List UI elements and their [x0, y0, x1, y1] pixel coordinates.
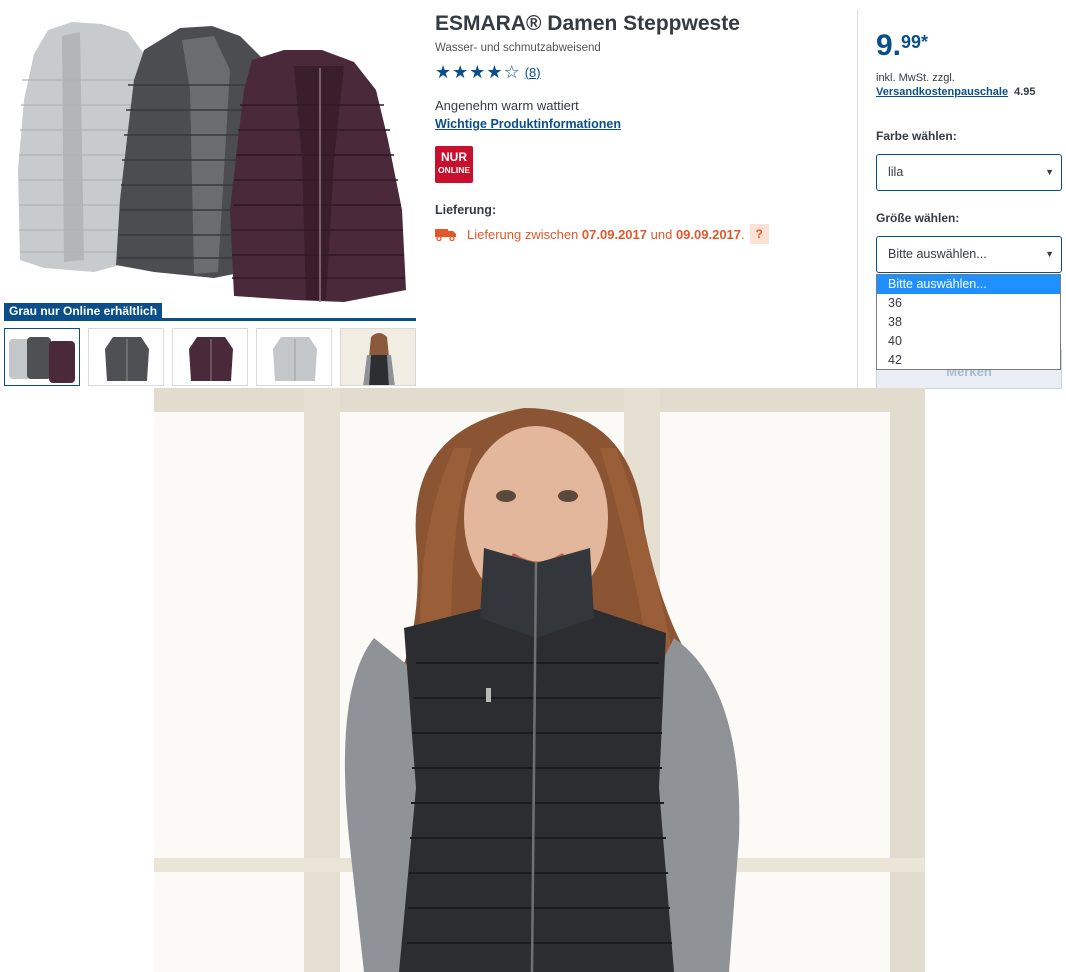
price: 9.99* — [876, 30, 928, 62]
size-select[interactable]: Bitte auswählen... ▼ — [876, 236, 1062, 273]
thumbnail-purple-vest[interactable] — [172, 328, 248, 386]
chevron-down-icon: ▼ — [1045, 249, 1054, 259]
price-main: 9. — [876, 29, 902, 62]
color-select-value: lila — [888, 165, 904, 179]
tax-note: inkl. MwSt. zzgl. — [876, 72, 955, 84]
delivery-label: Lieferung: — [435, 203, 497, 217]
size-dropdown-list: Bitte auswählen... 36 38 40 42 — [876, 274, 1061, 370]
model-photo-icon — [341, 329, 415, 385]
product-description: Angenehm warm wattiert — [435, 98, 579, 113]
review-count-link[interactable]: (8) — [525, 65, 541, 80]
purple-vest-image — [230, 50, 406, 302]
thumbnail-light-grey-vest[interactable] — [256, 328, 332, 386]
delivery-date-from: 07.09.2017 — [581, 226, 647, 242]
color-select-label: Farbe wählen: — [876, 129, 957, 143]
size-option[interactable]: 38 — [877, 313, 1060, 332]
product-title: ESMARA® Damen Steppweste — [435, 12, 740, 35]
shipping-info: Versandkostenpauschale 4.95 — [876, 86, 1036, 98]
size-option[interactable]: 36 — [877, 294, 1060, 313]
star-empty-icon: ☆ — [503, 62, 520, 82]
shipping-cost-link[interactable]: Versandkostenpauschale — [876, 86, 1008, 98]
product-subtitle: Wasser- und schmutzabweisend — [435, 42, 601, 54]
purple-vest-icon — [189, 337, 233, 381]
size-select-value: Bitte auswählen... — [888, 247, 987, 261]
shipping-cost: 4.95 — [1014, 86, 1036, 98]
thumbnail-grey-vest[interactable] — [88, 328, 164, 386]
delivery-info: Lieferung zwischen 07.09.2017 und 09.09.… — [435, 224, 769, 244]
size-option[interactable]: 40 — [877, 332, 1060, 351]
delivery-help-button[interactable]: ? — [749, 224, 769, 244]
star-full-icon: ★ — [469, 62, 486, 82]
model-photo-image — [154, 388, 925, 972]
badge-line-2: ONLINE — [437, 165, 471, 175]
thumbnail-strip — [4, 328, 416, 386]
delivery-text-prefix: Lieferung zwischen — [467, 226, 579, 242]
promo-label: Grau nur Online erhältlich — [4, 303, 163, 319]
color-select[interactable]: lila ▼ — [876, 154, 1062, 191]
column-divider — [857, 10, 858, 388]
size-select-label: Größe wählen: — [876, 211, 960, 225]
star-full-icon: ★ — [452, 62, 469, 82]
size-option[interactable]: Bitte auswählen... — [877, 275, 1060, 294]
star-full-icon: ★ — [486, 62, 503, 82]
chevron-down-icon: ▼ — [1045, 167, 1054, 177]
price-cents: 99* — [901, 32, 929, 52]
model-photo — [154, 388, 925, 972]
delivery-date-to: 09.09.2017 — [675, 226, 742, 242]
thumbnail-all-vests[interactable] — [4, 328, 80, 386]
thumbnail-model-photo[interactable] — [340, 328, 416, 386]
delivery-text-and: und — [650, 226, 673, 242]
promo-divider — [4, 318, 416, 321]
grey-vest-icon — [105, 337, 149, 381]
product-info-link[interactable]: Wichtige Produktinformationen — [435, 117, 621, 131]
main-product-image[interactable] — [4, 10, 416, 305]
vest-group-icon — [9, 337, 75, 383]
star-full-icon: ★ — [435, 62, 452, 82]
badge-line-1: NUR — [441, 150, 467, 164]
rating[interactable]: ★ ★ ★ ★ ☆ (8) — [435, 62, 541, 82]
size-option[interactable]: 42 — [877, 351, 1060, 370]
delivery-text-suffix: . — [741, 226, 745, 242]
truck-icon — [435, 229, 456, 241]
light-grey-vest-icon — [273, 337, 317, 381]
online-only-badge: NUR ONLINE — [435, 146, 473, 183]
